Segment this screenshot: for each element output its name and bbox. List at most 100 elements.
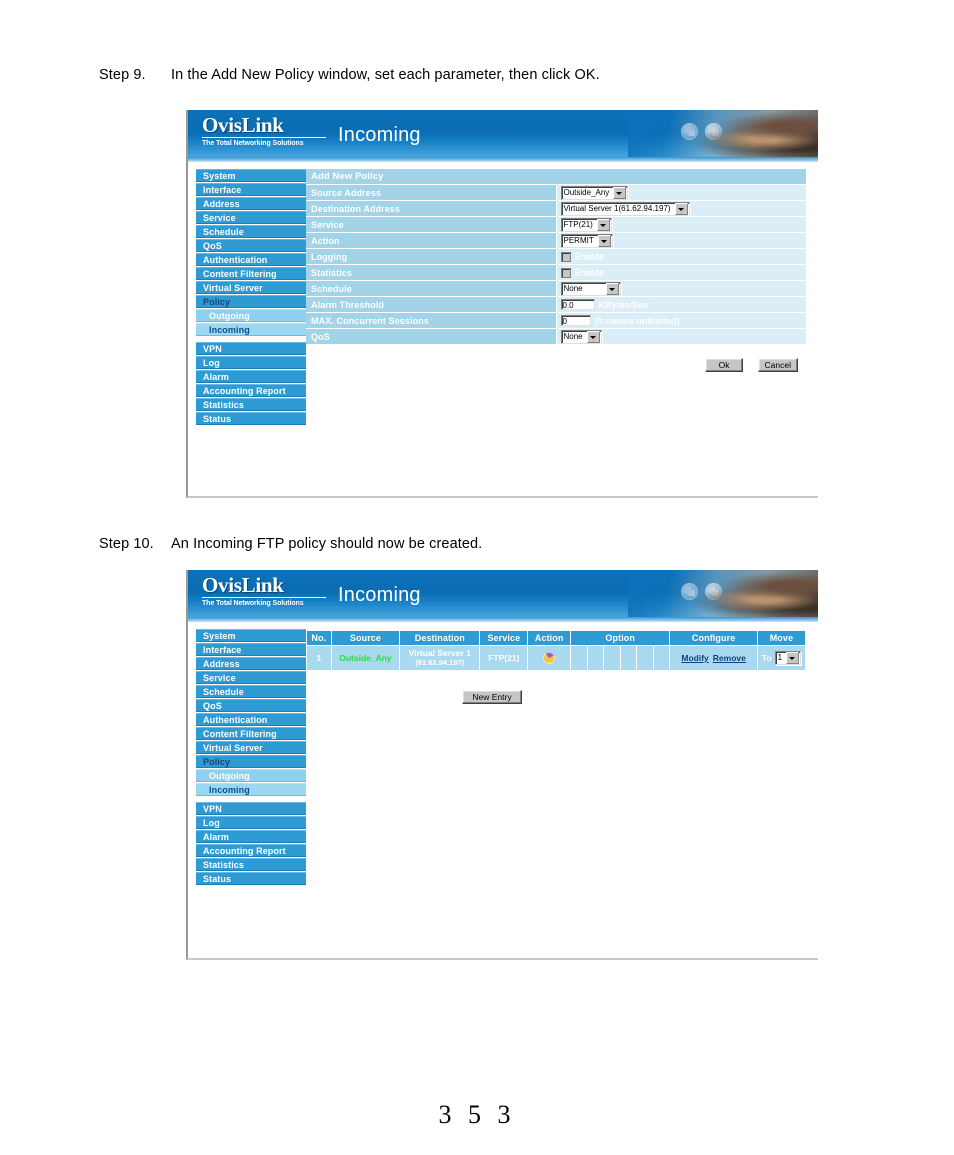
- table-header-row: No. Source Destination Service Action Op…: [306, 630, 807, 646]
- max-sessions-input[interactable]: 0: [560, 315, 591, 327]
- destination-ip: (61.62.94.197): [415, 658, 465, 667]
- step-10-line: Step 10. An Incoming FTP policy should no…: [99, 536, 482, 552]
- step-10-label: Step 10.: [99, 536, 154, 552]
- chevron-down-icon: [786, 652, 800, 664]
- column-header-source: Source: [330, 630, 401, 646]
- value-statistics: Enable: [556, 264, 806, 281]
- sidebar-item-system[interactable]: System: [196, 629, 306, 642]
- field-row-source-address: Source Address Outside_Any: [306, 184, 806, 201]
- schedule-select[interactable]: None: [560, 281, 621, 296]
- ok-button[interactable]: Ok: [705, 358, 744, 372]
- chevron-down-icon: [605, 282, 619, 295]
- sidebar-item-status[interactable]: Status: [196, 872, 306, 885]
- sidebar-item-qos[interactable]: QoS: [196, 239, 306, 252]
- chevron-down-icon: [597, 234, 611, 247]
- globe-icon[interactable]: [681, 583, 698, 600]
- cell-policy-source: Outside_Any: [330, 645, 401, 671]
- add-new-policy-form: Add New Policy Source Address Outside_An…: [306, 169, 806, 345]
- sidebar-item-service[interactable]: Service: [196, 211, 306, 224]
- move-to-select[interactable]: 1: [774, 651, 802, 665]
- sidebar-item-content-filtering[interactable]: Content Filtering: [196, 727, 306, 740]
- sidebar-item-schedule[interactable]: Schedule: [196, 685, 306, 698]
- field-row-max-sessions: MAX. Concurrent Sessions 0 (0:means unlim…: [306, 312, 806, 329]
- sidebar-item-incoming[interactable]: Incoming: [196, 323, 306, 336]
- sidebar-item-interface[interactable]: Interface: [196, 183, 306, 196]
- cancel-button[interactable]: Cancel: [757, 358, 798, 372]
- step-9-line: Step 9. In the Add New Policy window, set…: [99, 67, 600, 83]
- alarm-threshold-input[interactable]: 0.0: [560, 299, 595, 311]
- form-title: Add New Policy: [306, 169, 806, 185]
- sidebar-item-alarm[interactable]: Alarm: [196, 830, 306, 843]
- sidebar-item-content-filtering[interactable]: Content Filtering: [196, 267, 306, 280]
- app-header-1: OvisLink The Total Networking Solutions …: [188, 110, 818, 157]
- sidebar-item-alarm[interactable]: Alarm: [196, 370, 306, 383]
- sidebar-item-accounting-report[interactable]: Accounting Report: [196, 844, 306, 857]
- label-max-concurrent-sessions: MAX. Concurrent Sessions: [306, 312, 557, 329]
- sidebar-item-log[interactable]: Log: [196, 356, 306, 369]
- globe-icon[interactable]: [681, 123, 698, 140]
- form-buttons: Ok Cancel: [306, 355, 806, 373]
- column-header-move: Move: [756, 630, 807, 646]
- globe-icon[interactable]: [705, 583, 722, 600]
- sidebar-item-virtual-server[interactable]: Virtual Server: [196, 281, 306, 294]
- sidebar-item-vpn[interactable]: VPN: [196, 342, 306, 355]
- value-max-concurrent-sessions: 0 (0:means unlimited): [556, 312, 806, 329]
- sidebar-item-policy[interactable]: Policy: [196, 755, 306, 768]
- sidebar-item-log[interactable]: Log: [196, 816, 306, 829]
- sidebar-item-authentication[interactable]: Authentication: [196, 713, 306, 726]
- sidebar-item-service[interactable]: Service: [196, 671, 306, 684]
- label-destination-address: Destination Address: [306, 200, 557, 217]
- cell-policy-service: FTP(21): [479, 645, 529, 671]
- column-header-destination: Destination: [399, 630, 481, 646]
- field-row-qos: QoS None: [306, 328, 806, 345]
- new-entry-button[interactable]: New Entry: [462, 690, 522, 704]
- sidebar-item-system[interactable]: System: [196, 169, 306, 182]
- table-row: 1 Outside_Any Virtual Server 1 (61.62.94…: [306, 645, 807, 671]
- step-9-label: Step 9.: [99, 67, 146, 83]
- sidebar-item-schedule[interactable]: Schedule: [196, 225, 306, 238]
- sidebar-item-address[interactable]: Address: [196, 197, 306, 210]
- sidebar-item-incoming[interactable]: Incoming: [196, 783, 306, 796]
- sidebar-item-virtual-server[interactable]: Virtual Server: [196, 741, 306, 754]
- sidebar-item-statistics[interactable]: Statistics: [196, 858, 306, 871]
- remove-link[interactable]: Remove: [713, 653, 746, 663]
- sidebar-item-accounting-report[interactable]: Accounting Report: [196, 384, 306, 397]
- cell-policy-move: To 1: [756, 645, 807, 671]
- sidebar-item-qos[interactable]: QoS: [196, 699, 306, 712]
- schedule-value: None: [563, 283, 583, 293]
- statistics-checkbox-label: Enable: [574, 267, 605, 278]
- sidebar-item-address[interactable]: Address: [196, 657, 306, 670]
- sidebar-1: System Interface Address Service Schedul…: [188, 163, 306, 495]
- sidebar-item-outgoing[interactable]: Outgoing: [196, 769, 306, 782]
- content-area-2: No. Source Destination Service Action Op…: [306, 623, 818, 957]
- sidebar-item-status[interactable]: Status: [196, 412, 306, 425]
- label-logging: Logging: [306, 248, 557, 265]
- value-destination-address: Virtual Server 1(61.62.94.197): [556, 200, 806, 217]
- brand-name: OvisLink: [202, 113, 284, 137]
- cell-option-3: [603, 645, 621, 671]
- sidebar-item-interface[interactable]: Interface: [196, 643, 306, 656]
- globe-icon[interactable]: [705, 123, 722, 140]
- value-service: FTP(21): [556, 216, 806, 233]
- cell-policy-action: [527, 645, 572, 671]
- statistics-checkbox[interactable]: [560, 267, 571, 278]
- sidebar-item-vpn[interactable]: VPN: [196, 802, 306, 815]
- move-to-label: To: [761, 653, 772, 663]
- action-select[interactable]: PERMIT: [560, 233, 613, 248]
- qos-select[interactable]: None: [560, 329, 602, 344]
- destination-address-select[interactable]: Virtual Server 1(61.62.94.197): [560, 201, 690, 216]
- sidebar-item-outgoing[interactable]: Outgoing: [196, 309, 306, 322]
- destination-address-value: Virtual Server 1(61.62.94.197): [563, 203, 671, 213]
- step-10-text: An Incoming FTP policy should now be cre…: [171, 536, 483, 552]
- logging-checkbox[interactable]: [560, 251, 571, 262]
- service-select[interactable]: FTP(21): [560, 217, 612, 232]
- modify-link[interactable]: Modify: [681, 653, 708, 663]
- cell-option-1: [570, 645, 588, 671]
- sidebar-item-policy[interactable]: Policy: [196, 295, 306, 308]
- source-address-select[interactable]: Outside_Any: [560, 185, 629, 200]
- sidebar-item-statistics[interactable]: Statistics: [196, 398, 306, 411]
- sidebar-item-authentication[interactable]: Authentication: [196, 253, 306, 266]
- field-row-statistics: Statistics Enable: [306, 264, 806, 281]
- cell-policy-configure: Modify Remove: [669, 645, 758, 671]
- value-schedule: None: [556, 280, 806, 297]
